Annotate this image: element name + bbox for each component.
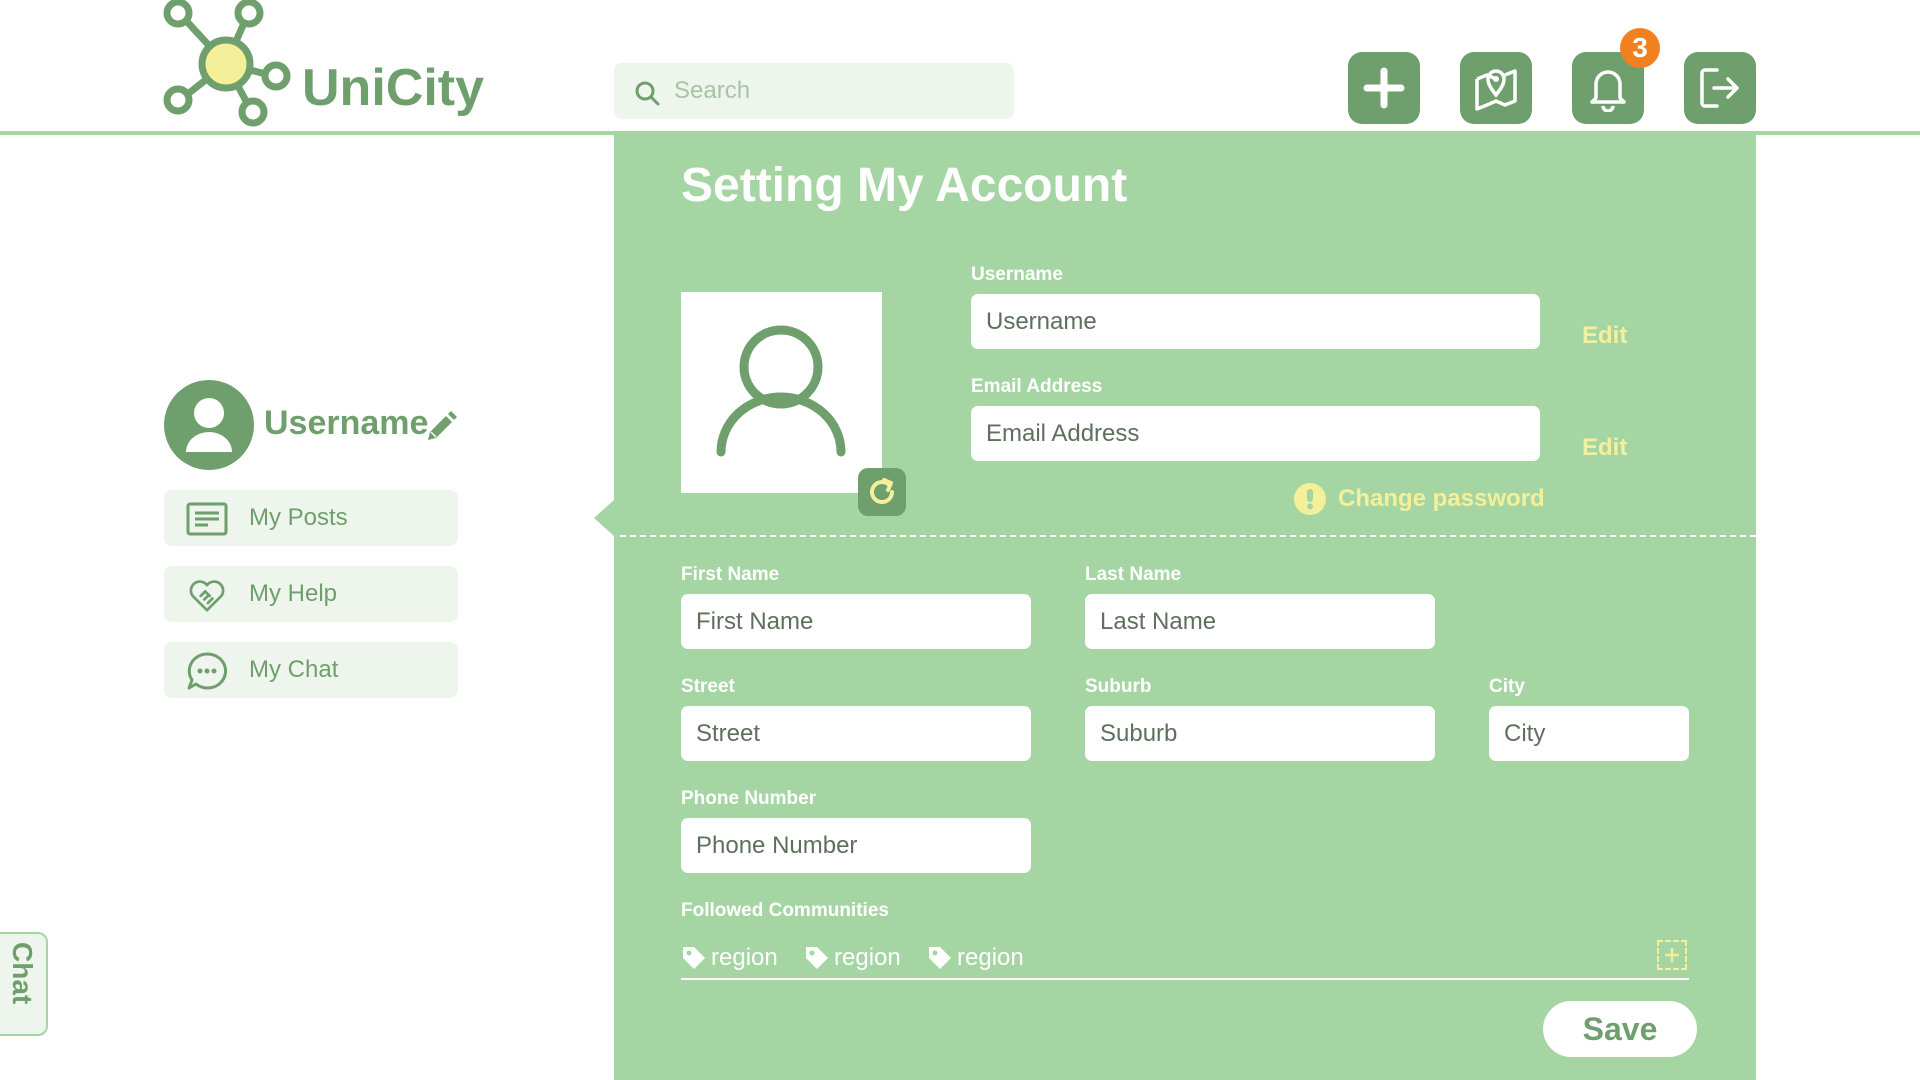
handshake-heart-icon — [189, 580, 225, 612]
last-name-label: Last Name — [1085, 564, 1182, 585]
sidebar-item-my-help[interactable]: My Help — [164, 566, 458, 622]
unicity-logo-icon — [163, 0, 291, 127]
email-field[interactable] — [971, 406, 1540, 461]
first-name-field[interactable] — [681, 594, 1031, 649]
communities-underline — [681, 978, 1689, 980]
suburb-label: Suburb — [1085, 676, 1152, 697]
panel-pointer — [594, 500, 614, 536]
change-password-link[interactable]: Change password — [1294, 483, 1545, 515]
save-button[interactable]: Save — [1543, 1001, 1697, 1057]
community-tag[interactable]: region — [681, 944, 778, 972]
search-icon — [635, 81, 660, 106]
street-label: Street — [681, 676, 735, 697]
sidebar-item-my-chat[interactable]: My Chat — [164, 642, 458, 698]
bell-icon — [1590, 70, 1626, 112]
user-placeholder-icon — [716, 325, 846, 457]
logout-button[interactable] — [1684, 52, 1756, 124]
edit-profile-pencil-icon[interactable] — [424, 410, 458, 444]
edit-username-link[interactable]: Edit — [1582, 322, 1627, 350]
sidebar-username: Username — [264, 404, 429, 442]
user-avatar-icon — [186, 398, 232, 452]
city-label: City — [1489, 676, 1525, 697]
sidebar-item-label: My Help — [249, 580, 338, 607]
suburb-field[interactable] — [1085, 706, 1435, 761]
community-tag-label: region — [834, 944, 901, 971]
change-password-label: Change password — [1338, 485, 1545, 512]
community-tag-label: region — [711, 944, 778, 971]
email-label: Email Address — [971, 376, 1103, 397]
add-community-button[interactable] — [1657, 940, 1687, 970]
tag-icon — [806, 947, 828, 969]
city-field[interactable] — [1489, 706, 1689, 761]
followed-communities-label: Followed Communities — [681, 900, 889, 921]
username-label: Username — [971, 264, 1063, 285]
phone-field[interactable] — [681, 818, 1031, 873]
edit-email-link[interactable]: Edit — [1582, 434, 1627, 462]
map-button[interactable] — [1460, 52, 1532, 124]
chat-bubble-icon — [187, 652, 228, 690]
search-input[interactable] — [674, 63, 1004, 119]
chat-tab[interactable]: Chat — [0, 932, 48, 1036]
community-tag-label: region — [957, 944, 1024, 971]
first-name-label: First Name — [681, 564, 780, 585]
phone-label: Phone Number — [681, 788, 817, 809]
section-divider — [620, 535, 1756, 537]
change-photo-button[interactable] — [858, 468, 906, 516]
page-title: Setting My Account — [681, 159, 1128, 212]
add-post-button[interactable] — [1348, 52, 1420, 124]
refresh-icon — [870, 478, 894, 504]
notification-badge: 3 — [1620, 28, 1660, 68]
sidebar-item-label: My Posts — [249, 504, 348, 531]
profile-photo[interactable] — [681, 292, 882, 493]
logout-icon — [1700, 68, 1739, 108]
posts-icon — [186, 502, 228, 536]
exclamation-icon — [1294, 483, 1326, 515]
tag-icon — [929, 947, 951, 969]
community-tag[interactable]: region — [804, 944, 901, 972]
chat-tab-label: Chat — [7, 942, 38, 1005]
username-field[interactable] — [971, 294, 1540, 349]
plus-icon — [1665, 948, 1679, 962]
sidebar-item-my-posts[interactable]: My Posts — [164, 490, 458, 546]
map-icon — [1475, 69, 1517, 111]
community-tag[interactable]: region — [927, 944, 1024, 972]
street-field[interactable] — [681, 706, 1031, 761]
brand-name: UniCity — [302, 59, 484, 117]
avatar[interactable] — [164, 380, 254, 470]
sidebar-item-label: My Chat — [249, 656, 339, 683]
add-icon — [1363, 67, 1405, 109]
last-name-field[interactable] — [1085, 594, 1435, 649]
tag-icon — [683, 947, 705, 969]
